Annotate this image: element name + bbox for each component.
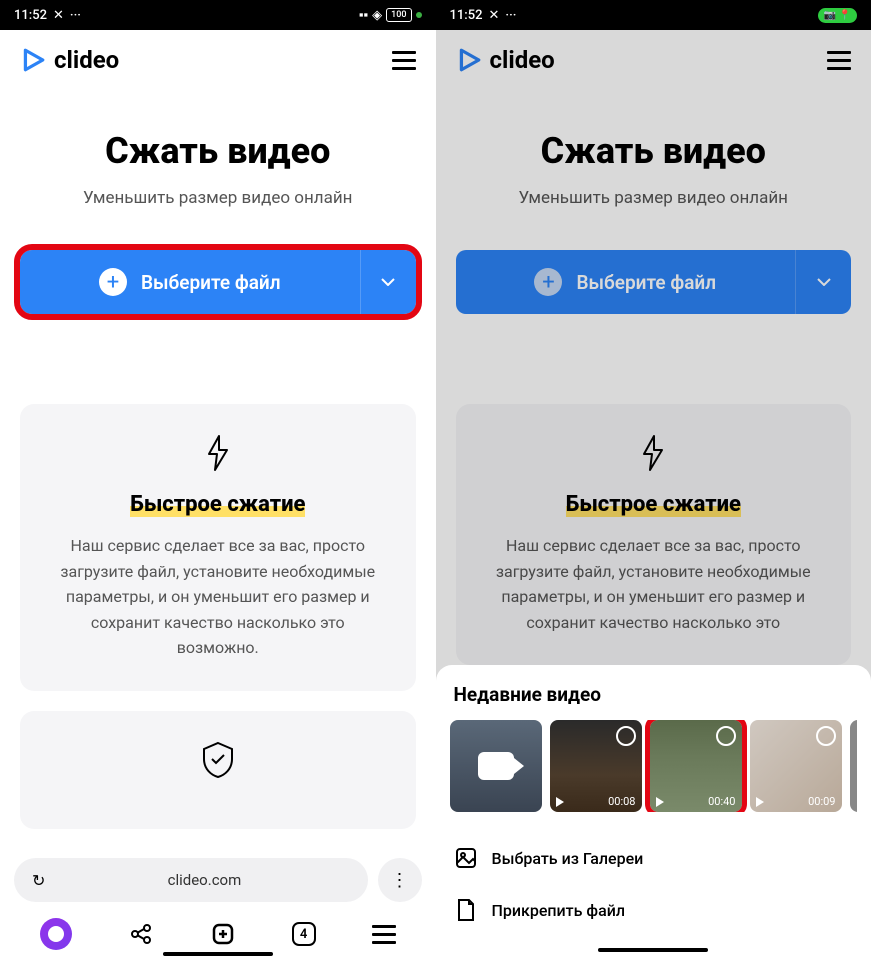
file-picker-sheet: Недавние видео 00:08 00:40 00:09 [436, 665, 871, 960]
logo-icon [20, 47, 46, 73]
tabs-count[interactable]: 4 [292, 922, 316, 946]
select-circle-icon [616, 726, 636, 746]
browser-menu-icon[interactable]: ⋮ [378, 858, 422, 902]
browser-hamburger-icon[interactable] [372, 925, 396, 944]
page-subtitle: Уменьшить размер видео онлайн [20, 188, 416, 208]
file-icon [454, 898, 478, 922]
video-thumbnail[interactable] [850, 720, 858, 812]
logo[interactable]: clideo [20, 46, 119, 74]
plus-icon: + [99, 268, 127, 296]
logo-icon [456, 47, 482, 73]
camera-icon [478, 752, 514, 780]
url-bar[interactable]: ↻ clideo.com [14, 858, 368, 902]
status-dot-icon [416, 12, 422, 18]
video-thumbnail[interactable]: 00:09 [750, 720, 842, 812]
status-time: 11:52 [450, 8, 483, 23]
upload-main[interactable]: + Выберите файл [456, 268, 796, 296]
feature-card: Быстрое сжатие Наш сервис сделает все за… [20, 404, 416, 691]
more-icon: ··· [505, 8, 516, 23]
dnd-icon: ✕ [488, 8, 499, 23]
app-header: clideo [0, 30, 436, 90]
status-bar: 11:52 ✕ ··· 📷 📍 [436, 0, 871, 30]
play-icon [756, 797, 764, 807]
duration: 00:40 [708, 795, 735, 808]
status-pill: 📷 📍 [818, 8, 857, 23]
bottom-nav: 4 [0, 908, 436, 960]
play-icon [656, 797, 664, 807]
recent-videos-row: 00:08 00:40 00:09 [450, 720, 858, 812]
video-thumbnail[interactable]: 00:08 [550, 720, 642, 812]
gallery-label: Выбрать из Галереи [492, 849, 644, 868]
upload-button[interactable]: + Выберите файл [456, 250, 852, 314]
feature-desc: Наш сервис сделает все за вас, просто за… [48, 533, 388, 661]
app-header: clideo [436, 30, 871, 90]
feature-title: Быстрое сжатие [484, 492, 824, 517]
upload-dropdown[interactable] [795, 250, 851, 314]
upload-label: Выберите файл [141, 271, 281, 294]
more-icon: ··· [70, 8, 81, 23]
upload-label: Выберите файл [576, 271, 716, 294]
menu-icon[interactable] [827, 51, 851, 70]
lightning-icon [484, 434, 824, 472]
duration: 00:08 [608, 795, 635, 808]
feature-card-2 [20, 711, 416, 829]
page-subtitle: Уменьшить размер видео онлайн [456, 188, 852, 208]
feature-card: Быстрое сжатие Наш сервис сделает все за… [456, 404, 852, 665]
chevron-down-icon [817, 278, 831, 286]
play-icon [556, 797, 564, 807]
menu-icon[interactable] [392, 51, 416, 70]
main-content: Сжать видео Уменьшить размер видео онлай… [0, 90, 436, 960]
logo-text: clideo [54, 46, 119, 74]
shield-icon [48, 741, 388, 779]
browser-bar: ↻ clideo.com ⋮ [0, 852, 436, 908]
reload-icon[interactable]: ↻ [32, 871, 45, 890]
upload-main[interactable]: + Выберите файл [20, 268, 360, 296]
feature-title: Быстрое сжатие [48, 492, 388, 517]
battery-icon: 100 [386, 8, 411, 22]
logo[interactable]: clideo [456, 46, 555, 74]
share-icon[interactable] [128, 921, 154, 947]
assistant-button[interactable] [40, 918, 72, 950]
chevron-down-icon [381, 278, 395, 286]
wifi-icon: ◈ [372, 8, 382, 23]
upload-button[interactable]: + Выберите файл [20, 250, 416, 314]
home-indicator [163, 952, 273, 956]
upload-dropdown[interactable] [360, 250, 416, 314]
feature-desc: Наш сервис сделает все за вас, просто за… [484, 533, 824, 635]
attach-file-option[interactable]: Прикрепить файл [450, 884, 858, 936]
attach-label: Прикрепить файл [492, 901, 626, 920]
home-indicator [598, 948, 708, 952]
select-circle-icon [716, 726, 736, 746]
choose-gallery-option[interactable]: Выбрать из Галереи [450, 832, 858, 884]
camera-thumbnail[interactable] [450, 720, 542, 812]
lightning-icon [48, 434, 388, 472]
logo-text: clideo [490, 46, 555, 74]
select-circle-icon [816, 726, 836, 746]
status-time: 11:52 [14, 8, 47, 23]
sheet-title: Недавние видео [450, 683, 858, 706]
dnd-icon: ✕ [53, 8, 64, 23]
new-tab-icon[interactable] [210, 921, 236, 947]
page-title: Сжать видео [20, 130, 416, 172]
plus-icon: + [534, 268, 562, 296]
status-bar: 11:52 ✕ ··· ▪▪ ◈ 100 [0, 0, 436, 30]
signal-icon: ▪▪ [359, 7, 368, 23]
url-text: clideo.com [59, 871, 349, 889]
duration: 00:09 [808, 795, 835, 808]
video-thumbnail[interactable]: 00:40 [650, 720, 742, 812]
image-icon [454, 846, 478, 870]
page-title: Сжать видео [456, 130, 852, 172]
